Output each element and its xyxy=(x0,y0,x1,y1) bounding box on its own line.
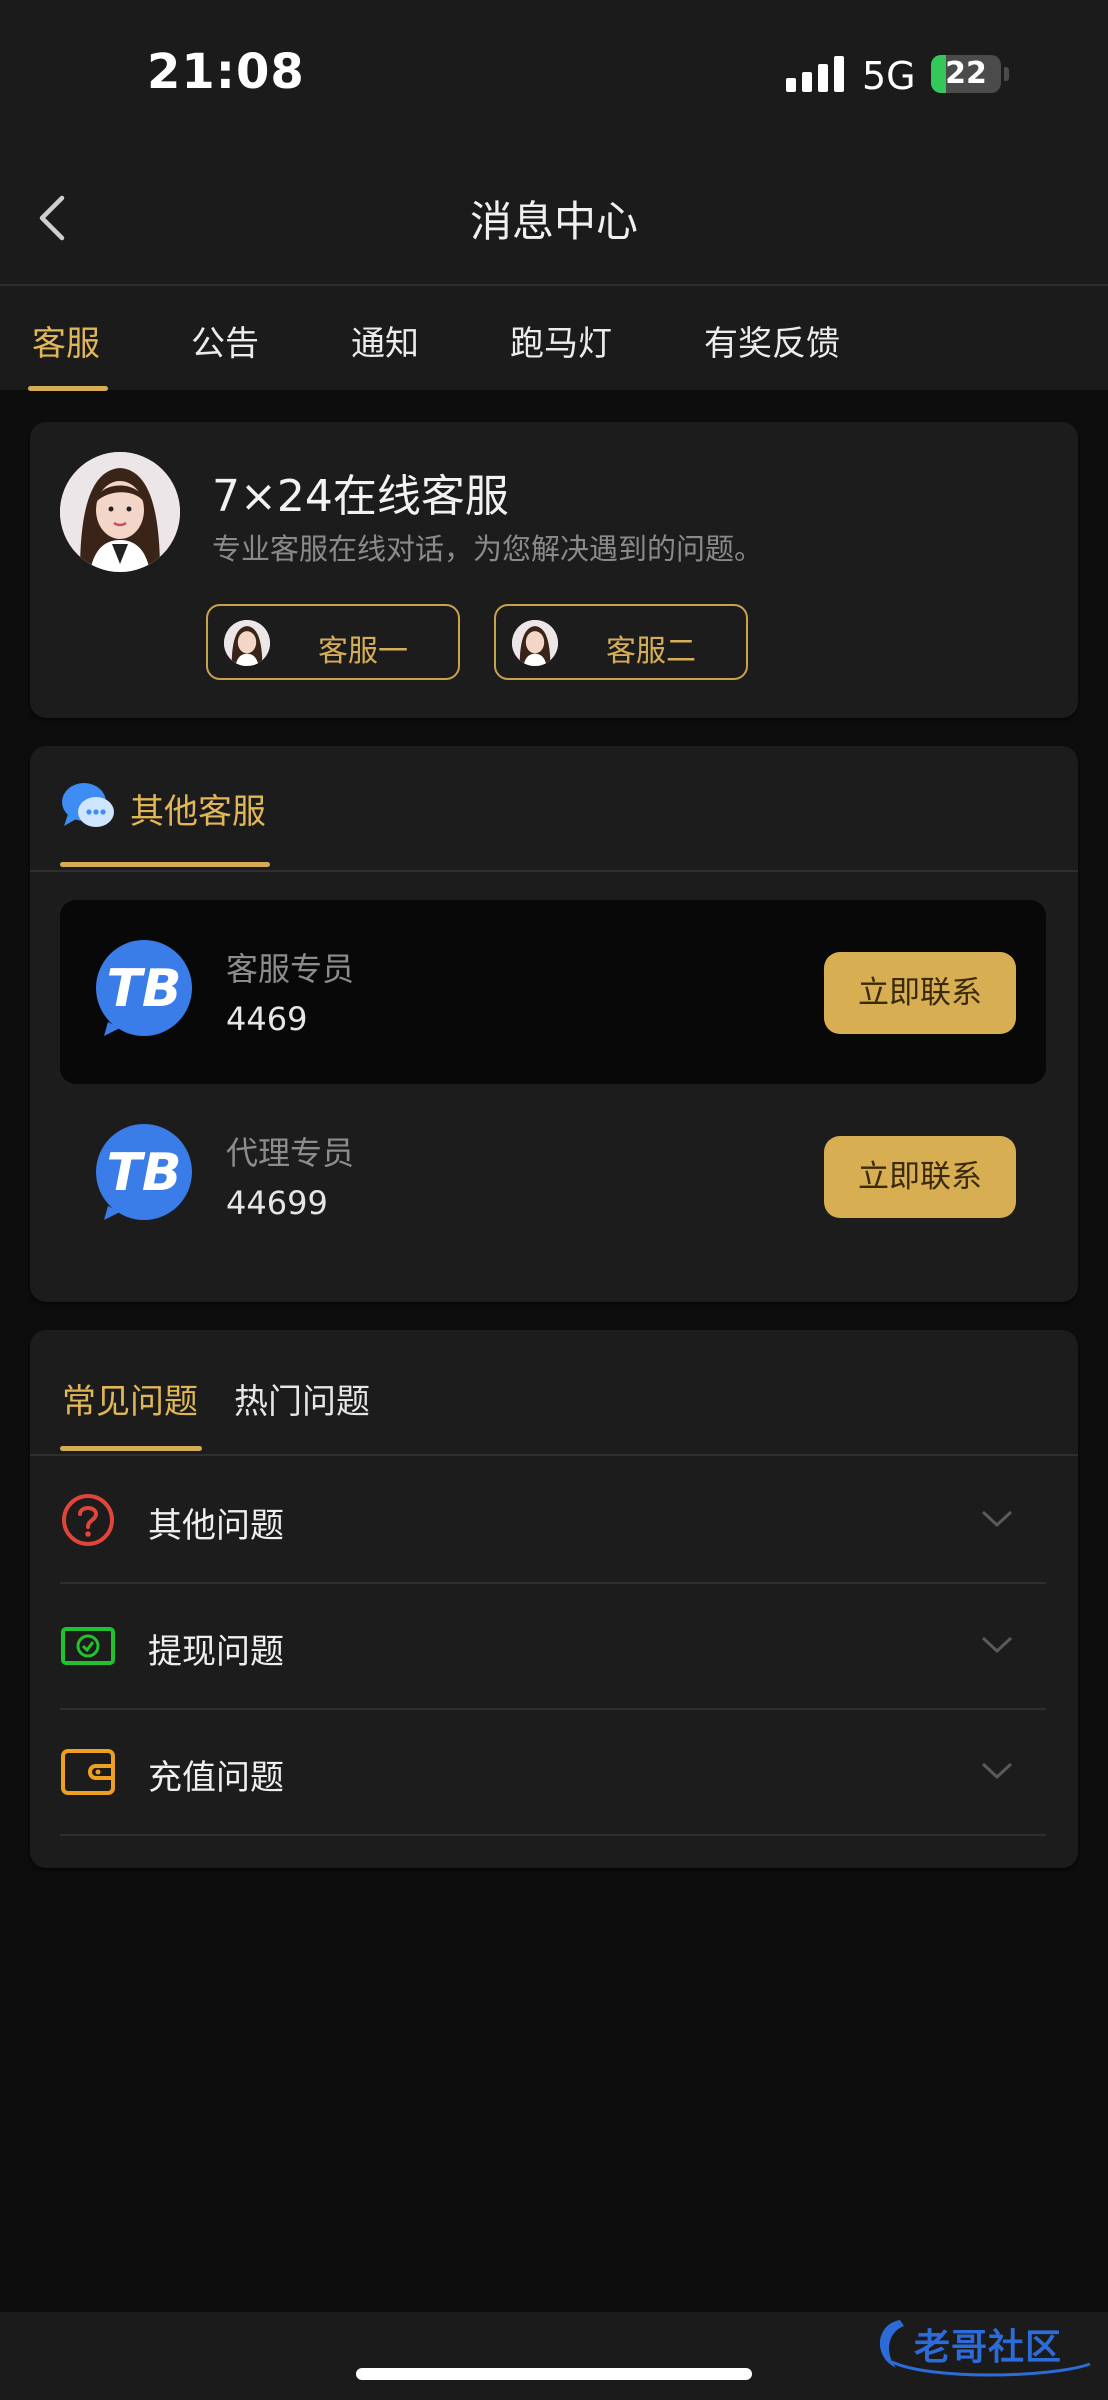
agent-avatar-icon xyxy=(224,620,270,666)
svg-text:TB: TB xyxy=(106,959,181,1019)
chevron-down-icon xyxy=(981,1636,1013,1654)
faq-item-label: 提现问题 xyxy=(148,1632,284,1672)
battery-level: 22 xyxy=(945,56,987,91)
agent-one-button[interactable]: 客服一 xyxy=(206,604,460,680)
faq-item-label: 充值问题 xyxy=(148,1758,284,1798)
tab-feedback[interactable]: 有奖反馈 xyxy=(704,316,840,365)
agent-two-button[interactable]: 客服二 xyxy=(494,604,748,680)
avatar xyxy=(224,620,270,666)
service-title: 7×24在线客服 xyxy=(212,471,509,522)
tab-common-questions[interactable]: 常见问题 xyxy=(62,1374,198,1423)
faq-item-withdraw[interactable]: 提现问题 xyxy=(60,1582,1046,1710)
contact-name: 客服专员 xyxy=(226,950,355,988)
faq-tab-bar: 常见问题 热门问题 xyxy=(30,1330,1078,1456)
tab-customer-service[interactable]: 客服 xyxy=(32,316,100,365)
agent-avatar-icon xyxy=(60,452,180,572)
watermark-logo: 老哥社区 xyxy=(870,2300,1098,2382)
tab-active-indicator xyxy=(28,386,108,391)
other-service-header: 其他客服 xyxy=(30,746,1078,872)
online-service-card: 7×24在线客服 专业客服在线对话，为您解决遇到的问题。 客服一 客服二 xyxy=(30,422,1078,718)
other-service-title: 其他客服 xyxy=(130,792,266,832)
chevron-down-icon xyxy=(981,1762,1013,1780)
tab-marquee[interactable]: 跑马灯 xyxy=(510,316,612,365)
service-subtitle: 专业客服在线对话，为您解决遇到的问题。 xyxy=(212,532,764,566)
faq-card: 常见问题 热门问题 其他问题 提现问题 充值问题 xyxy=(30,1330,1078,1868)
cash-icon xyxy=(61,1627,115,1665)
other-service-card: 其他客服 TB 客服专员 4469 立即联系 TB 代理专员 44699 立即联… xyxy=(30,746,1078,1302)
network-type: 5G xyxy=(862,54,916,98)
battery-icon: 22 xyxy=(931,55,1001,93)
tab-hot-questions[interactable]: 热门问题 xyxy=(234,1374,370,1423)
faq-item-other[interactable]: 其他问题 xyxy=(60,1456,1046,1584)
tab-notification[interactable]: 通知 xyxy=(351,316,419,365)
contact-now-button[interactable]: 立即联系 xyxy=(824,1136,1016,1218)
nav-bar: 消息中心 xyxy=(0,150,1108,286)
status-bar: 21:08 5G 22 xyxy=(0,0,1108,150)
avatar xyxy=(512,620,558,666)
battery-cap xyxy=(1004,67,1009,81)
chat-bubbles-icon xyxy=(62,783,114,827)
tab-bar: 客服 公告 通知 跑马灯 有奖反馈 xyxy=(0,286,1108,391)
agent-one-label: 客服一 xyxy=(318,634,408,669)
signal-icon xyxy=(786,56,844,92)
contact-now-button[interactable]: 立即联系 xyxy=(824,952,1016,1034)
page-title: 消息中心 xyxy=(469,197,638,246)
avatar xyxy=(60,452,180,572)
contact-card-service: TB 客服专员 4469 立即联系 xyxy=(60,900,1046,1084)
contact-number: 44699 xyxy=(226,1184,328,1222)
tb-logo-icon: TB xyxy=(96,940,192,1036)
home-indicator[interactable] xyxy=(356,2368,752,2380)
contact-name: 代理专员 xyxy=(226,1134,355,1172)
section-indicator xyxy=(60,862,270,867)
watermark-text: 老哥社区 xyxy=(914,2327,1063,2368)
status-time: 21:08 xyxy=(147,44,305,100)
contact-card-agent: TB 代理专员 44699 立即联系 xyxy=(60,1084,1046,1268)
faq-tab-indicator xyxy=(60,1446,202,1451)
contact-number: 4469 xyxy=(226,1000,308,1038)
faq-item-deposit[interactable]: 充值问题 xyxy=(60,1708,1046,1836)
wallet-icon xyxy=(61,1749,115,1795)
question-circle-icon xyxy=(62,1494,114,1546)
faq-item-label: 其他问题 xyxy=(148,1506,284,1546)
agent-avatar-icon xyxy=(512,620,558,666)
tb-logo-icon: TB xyxy=(96,1124,192,1220)
svg-text:TB: TB xyxy=(106,1143,181,1203)
chevron-down-icon xyxy=(981,1510,1013,1528)
agent-two-label: 客服二 xyxy=(606,634,696,669)
tab-announcement[interactable]: 公告 xyxy=(191,316,259,365)
